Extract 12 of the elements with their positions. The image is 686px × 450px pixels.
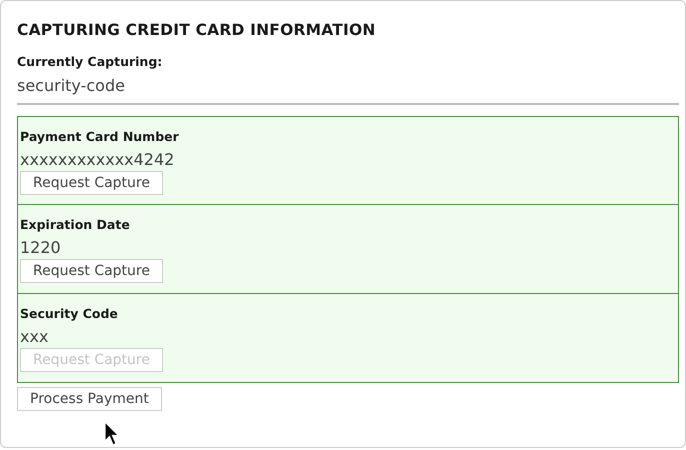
- field-label: Expiration Date: [20, 217, 130, 232]
- field-label: Currently Capturing:: [17, 54, 164, 69]
- section-title: CAPTURING CREDIT CARD INFORMATION: [17, 21, 376, 39]
- field-value: 1220: [20, 238, 61, 258]
- field-label: Payment Card Number: [20, 128, 179, 144]
- process-payment-button[interactable]: Process Payment: [17, 386, 162, 410]
- request-capture-button[interactable]: Request Capture: [20, 259, 163, 283]
- field-value: xxx: [20, 326, 48, 346]
- request-capture-button[interactable]: Request Capture: [20, 170, 163, 194]
- field-value: security-code: [17, 76, 679, 105]
- field-value: xxxxxxxxxxxx4242: [20, 150, 174, 170]
- field-label: Security Code: [20, 306, 118, 320]
